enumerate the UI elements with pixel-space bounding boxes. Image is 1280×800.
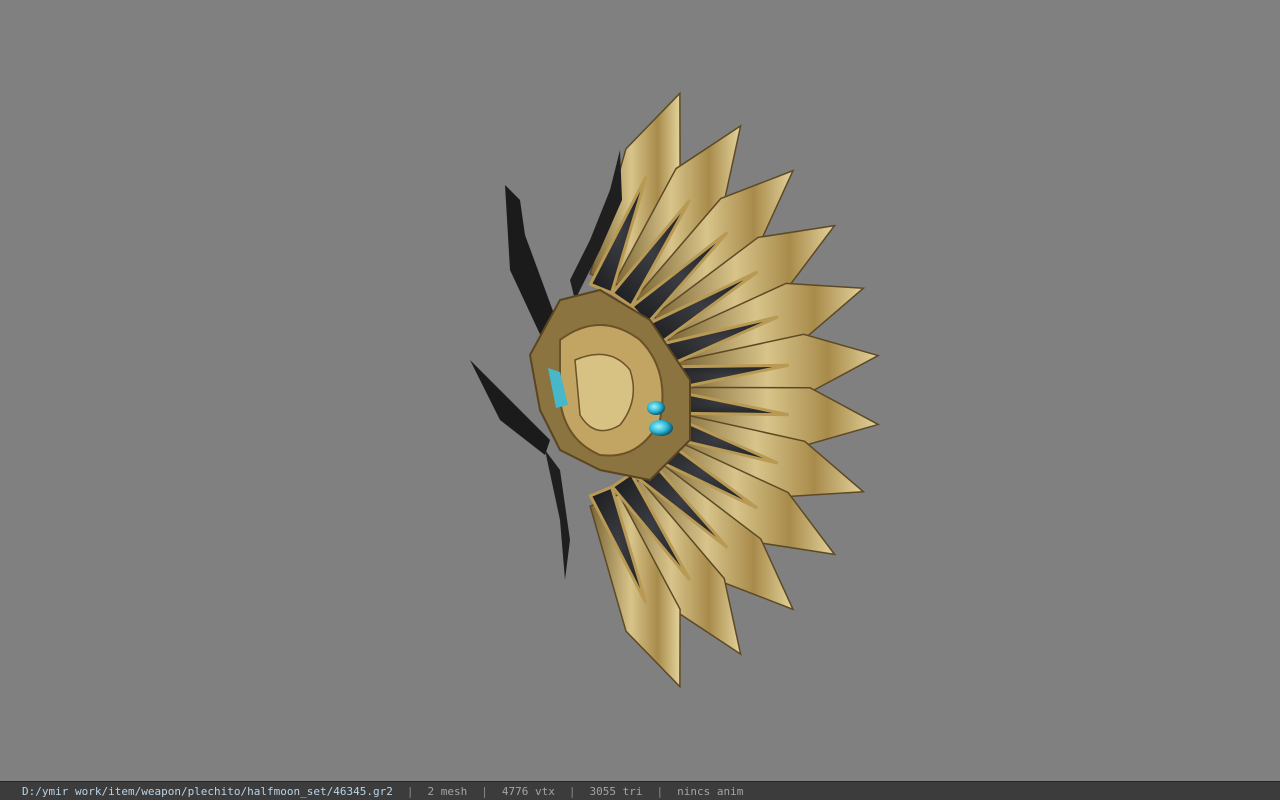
animation-status: nincs anim xyxy=(677,784,744,798)
triangle-count: 3055 tri xyxy=(589,784,643,798)
status-separator: | xyxy=(568,784,576,798)
status-bar: D:/ymir work/item/weapon/plechito/halfmo… xyxy=(0,781,1280,800)
weapon-model[interactable] xyxy=(0,0,1280,781)
3d-viewport[interactable] xyxy=(0,0,1280,781)
vertex-count: 4776 vtx xyxy=(501,784,555,798)
status-separator: | xyxy=(656,784,664,798)
status-separator: | xyxy=(406,784,414,798)
mesh-count: 2 mesh xyxy=(427,784,468,798)
status-separator: | xyxy=(481,784,488,798)
file-path: D:/ymir work/item/weapon/plechito/halfmo… xyxy=(22,784,393,798)
